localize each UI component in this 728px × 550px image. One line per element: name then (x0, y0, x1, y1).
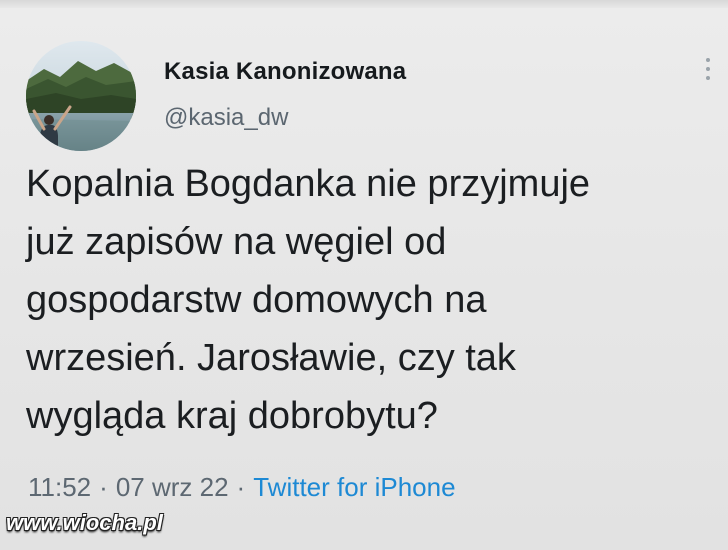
avatar[interactable] (26, 41, 136, 151)
top-divider (0, 0, 728, 8)
dot (706, 58, 710, 62)
tweet-card: Kasia Kanonizowana @kasia_dw Kopalnia Bo… (0, 0, 728, 550)
avatar-photo (26, 41, 136, 151)
user-handle[interactable]: @kasia_dw (164, 104, 288, 132)
separator: · (236, 472, 246, 502)
tweet-date[interactable]: 07 wrz 22 (116, 472, 229, 502)
more-vertical-icon[interactable] (701, 58, 715, 88)
dot (706, 76, 710, 80)
watermark: www.wiocha.pl (6, 510, 163, 535)
tweet-source-link[interactable]: Twitter for iPhone (253, 472, 455, 502)
tweet-meta: 11:52 · 07 wrz 22 · Twitter for iPhone (28, 472, 456, 503)
tweet-line: wrzesień. Jarosławie, czy tak (26, 337, 516, 379)
tweet-line: gospodarstw domowych na (26, 279, 487, 321)
display-name[interactable]: Kasia Kanonizowana (164, 58, 406, 86)
tweet-line: wygląda kraj dobrobytu? (26, 395, 438, 437)
dot (706, 67, 710, 71)
separator: · (99, 472, 108, 502)
tweet-line: Kopalnia Bogdanka nie przyjmuje (26, 163, 591, 205)
tweet-line: już zapisów na węgiel od (26, 221, 447, 263)
tweet-text: Kopalnia Bogdanka nie przyjmuje już zapi… (26, 155, 716, 445)
tweet-time[interactable]: 11:52 (28, 472, 91, 502)
